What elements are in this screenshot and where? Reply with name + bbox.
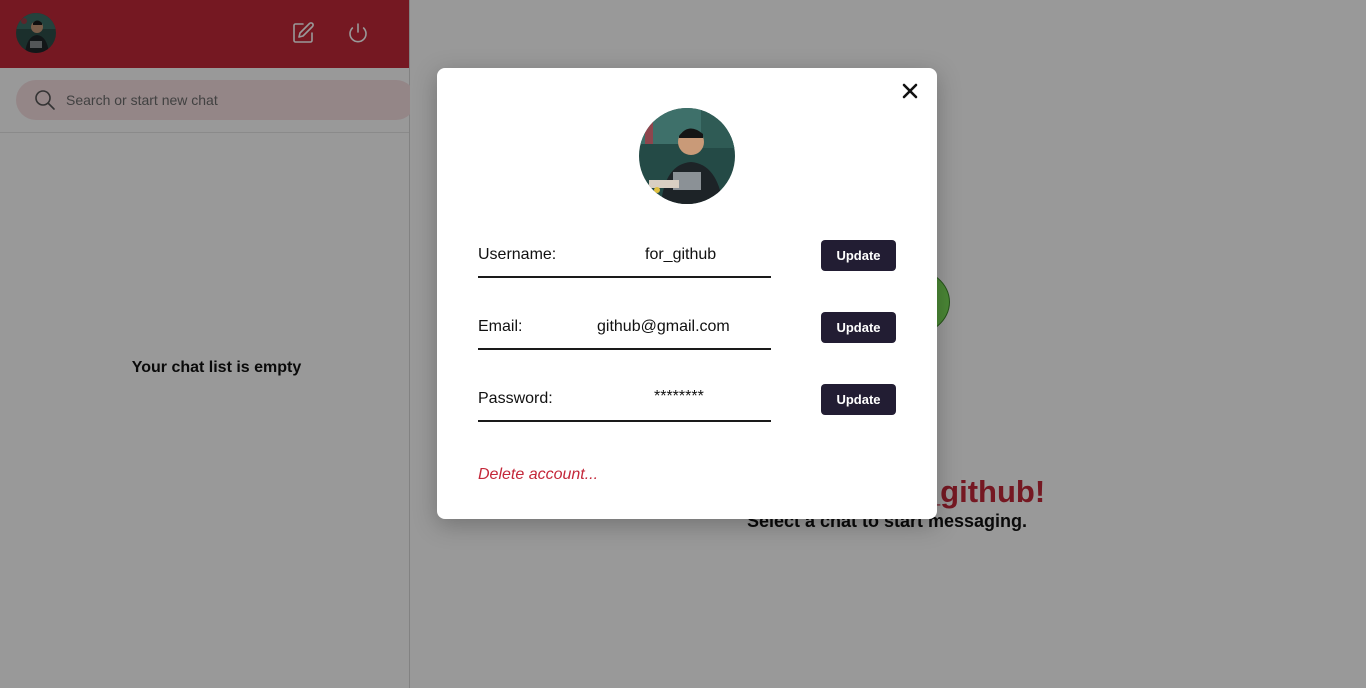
email-value[interactable]: github@gmail.com xyxy=(597,318,730,336)
delete-account-link[interactable]: Delete account... xyxy=(478,466,598,484)
app-window: Your chat list is empty Welcome, for_git… xyxy=(0,0,1366,688)
password-underline xyxy=(478,420,771,422)
password-label: Password: xyxy=(478,390,553,407)
username-label: Username: xyxy=(478,246,557,263)
password-row: Password: ******** Update xyxy=(478,384,896,422)
update-email-button[interactable]: Update xyxy=(821,312,896,343)
update-username-button[interactable]: Update xyxy=(821,240,896,271)
email-underline xyxy=(478,348,771,350)
email-label: Email: xyxy=(478,318,523,335)
profile-modal: Username: for_github Update Email: githu… xyxy=(437,68,937,519)
username-value[interactable]: for_github xyxy=(645,246,716,264)
username-row: Username: for_github Update xyxy=(478,240,896,278)
profile-avatar[interactable] xyxy=(639,108,735,204)
email-row: Email: github@gmail.com Update xyxy=(478,312,896,350)
password-value[interactable]: ******** xyxy=(654,388,704,406)
username-underline xyxy=(478,276,771,278)
close-icon[interactable] xyxy=(899,80,921,102)
update-password-button[interactable]: Update xyxy=(821,384,896,415)
